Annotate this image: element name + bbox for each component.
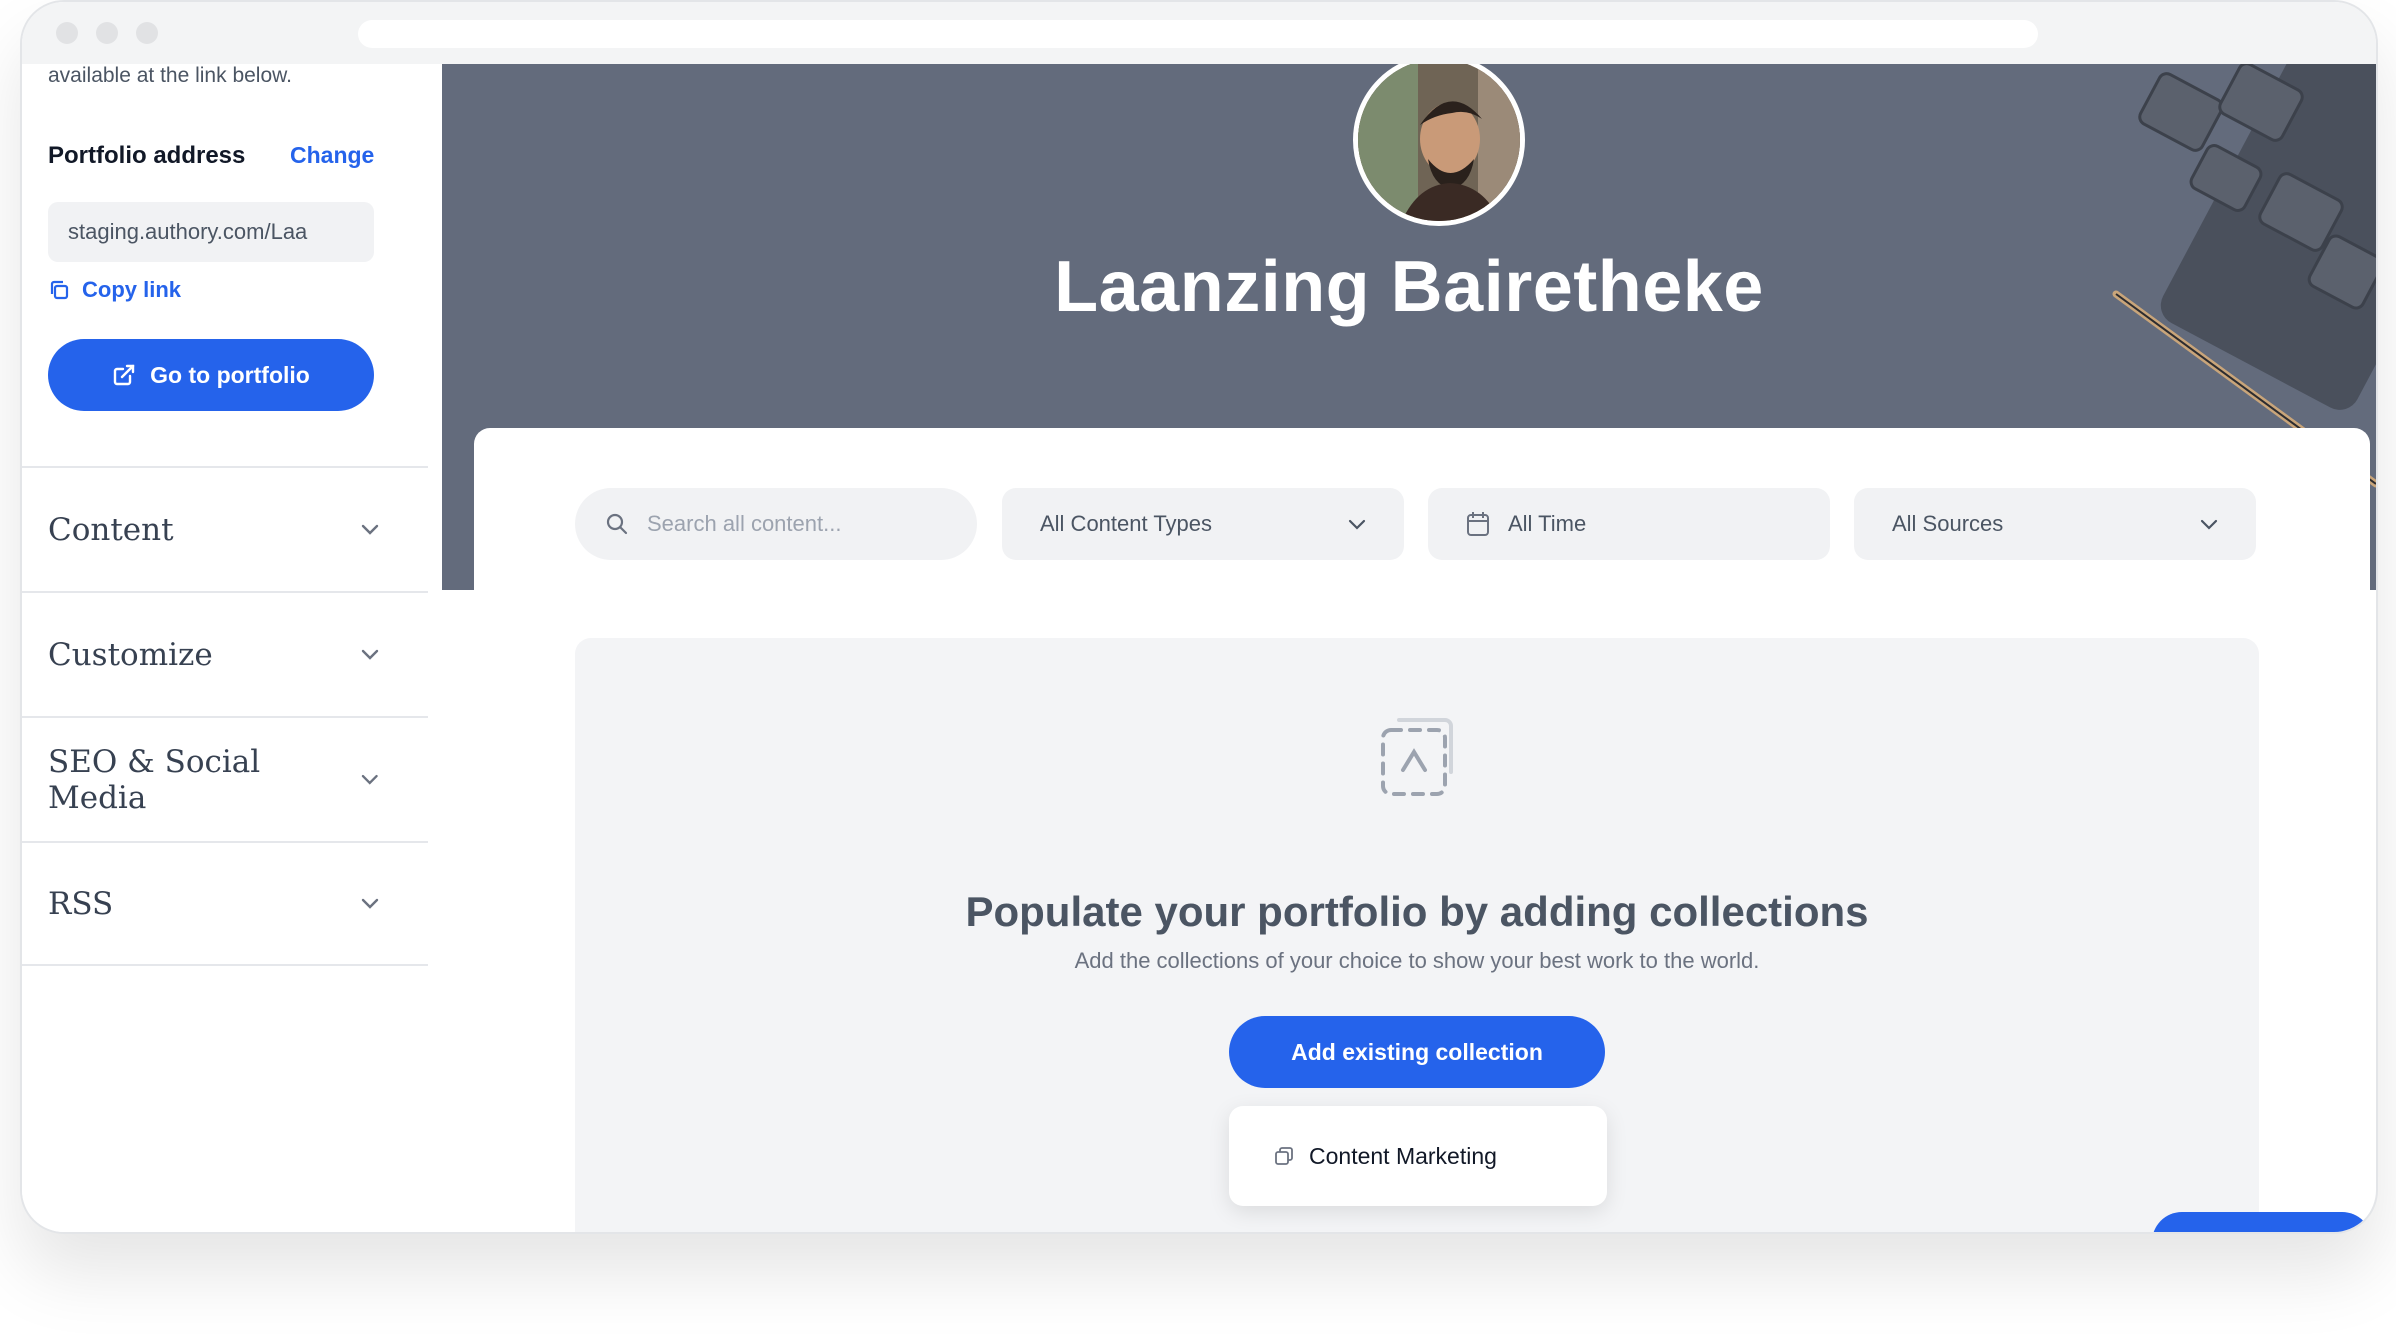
- empty-state-title: Populate your portfolio by adding collec…: [965, 888, 1869, 935]
- browser-window: available at the link below. Portfolio a…: [20, 0, 2378, 1234]
- avatar[interactable]: [1353, 64, 1525, 226]
- sources-dropdown[interactable]: All Sources: [1854, 488, 2256, 560]
- external-link-icon: [113, 364, 135, 386]
- accordion-seo-social-media[interactable]: SEO & Social Media: [22, 716, 428, 841]
- search-placeholder: Search all content...: [647, 511, 842, 536]
- window-close-dot[interactable]: [56, 22, 78, 44]
- calendar-icon: [1467, 512, 1489, 536]
- portfolio-address-label: Portfolio address: [48, 142, 246, 169]
- accordion-label: RSS: [48, 885, 114, 922]
- collection-dropdown-item[interactable]: Content Marketing: [1229, 1106, 1607, 1206]
- chevron-down-icon: [1348, 519, 1366, 530]
- copy-icon: [50, 280, 69, 300]
- search-input[interactable]: Search all content...: [575, 488, 977, 560]
- accordion-label: SEO & Social Media: [48, 743, 261, 816]
- change-address-link[interactable]: Change: [290, 142, 374, 169]
- chevron-down-icon: [362, 774, 379, 785]
- collection-dropdown-label: Content Marketing: [1309, 1142, 1497, 1169]
- chevron-down-icon: [361, 898, 379, 909]
- copy-link-button[interactable]: Copy link: [48, 277, 181, 303]
- content-types-dropdown[interactable]: All Content Types: [1002, 488, 1404, 560]
- portfolio-content-card: Search all content... All Content Types …: [474, 428, 2370, 1232]
- copy-link-label: Copy link: [82, 277, 182, 302]
- avatar-image: [1358, 64, 1520, 221]
- accordion-rss[interactable]: RSS: [22, 841, 428, 966]
- chevron-down-icon: [361, 649, 379, 660]
- collection-icon: [1275, 1147, 1293, 1165]
- empty-state-subtitle: Add the collections of your choice to sh…: [1074, 948, 1760, 973]
- collection-icon: [1381, 718, 1453, 796]
- accordion-content[interactable]: Content: [22, 466, 428, 591]
- window-maximize-dot[interactable]: [136, 22, 158, 44]
- sources-value: All Sources: [1892, 511, 2004, 536]
- go-to-portfolio-button[interactable]: Go to portfolio: [48, 339, 374, 411]
- add-existing-collection-button[interactable]: Add existing collection: [1229, 1016, 1605, 1088]
- settings-accordion: Content Customize SEO & Social Media RSS: [22, 466, 428, 966]
- chevron-down-icon: [361, 524, 379, 535]
- floating-action-button[interactable]: [2152, 1212, 2372, 1232]
- sidebar-intro-text: available at the link below.: [48, 64, 292, 87]
- empty-state: Populate your portfolio by adding collec…: [575, 638, 2259, 1232]
- time-filter-value: All Time: [1508, 511, 1587, 536]
- go-to-portfolio-label: Go to portfolio: [150, 361, 310, 388]
- chevron-down-icon: [2200, 519, 2218, 530]
- portfolio-owner-name: Laanzing Bairetheke: [1054, 247, 1764, 327]
- settings-sidebar: available at the link below. Portfolio a…: [22, 64, 442, 1232]
- window-minimize-dot[interactable]: [96, 22, 118, 44]
- accordion-customize[interactable]: Customize: [22, 591, 428, 716]
- accordion-label: Customize: [48, 636, 213, 673]
- title-bar: [22, 2, 2376, 64]
- time-filter[interactable]: All Time: [1428, 488, 1830, 560]
- content-types-value: All Content Types: [1040, 511, 1213, 536]
- search-icon: [606, 513, 628, 535]
- accordion-label: Content: [48, 511, 174, 548]
- address-bar[interactable]: [358, 20, 2038, 48]
- portfolio-address-field[interactable]: [48, 202, 374, 262]
